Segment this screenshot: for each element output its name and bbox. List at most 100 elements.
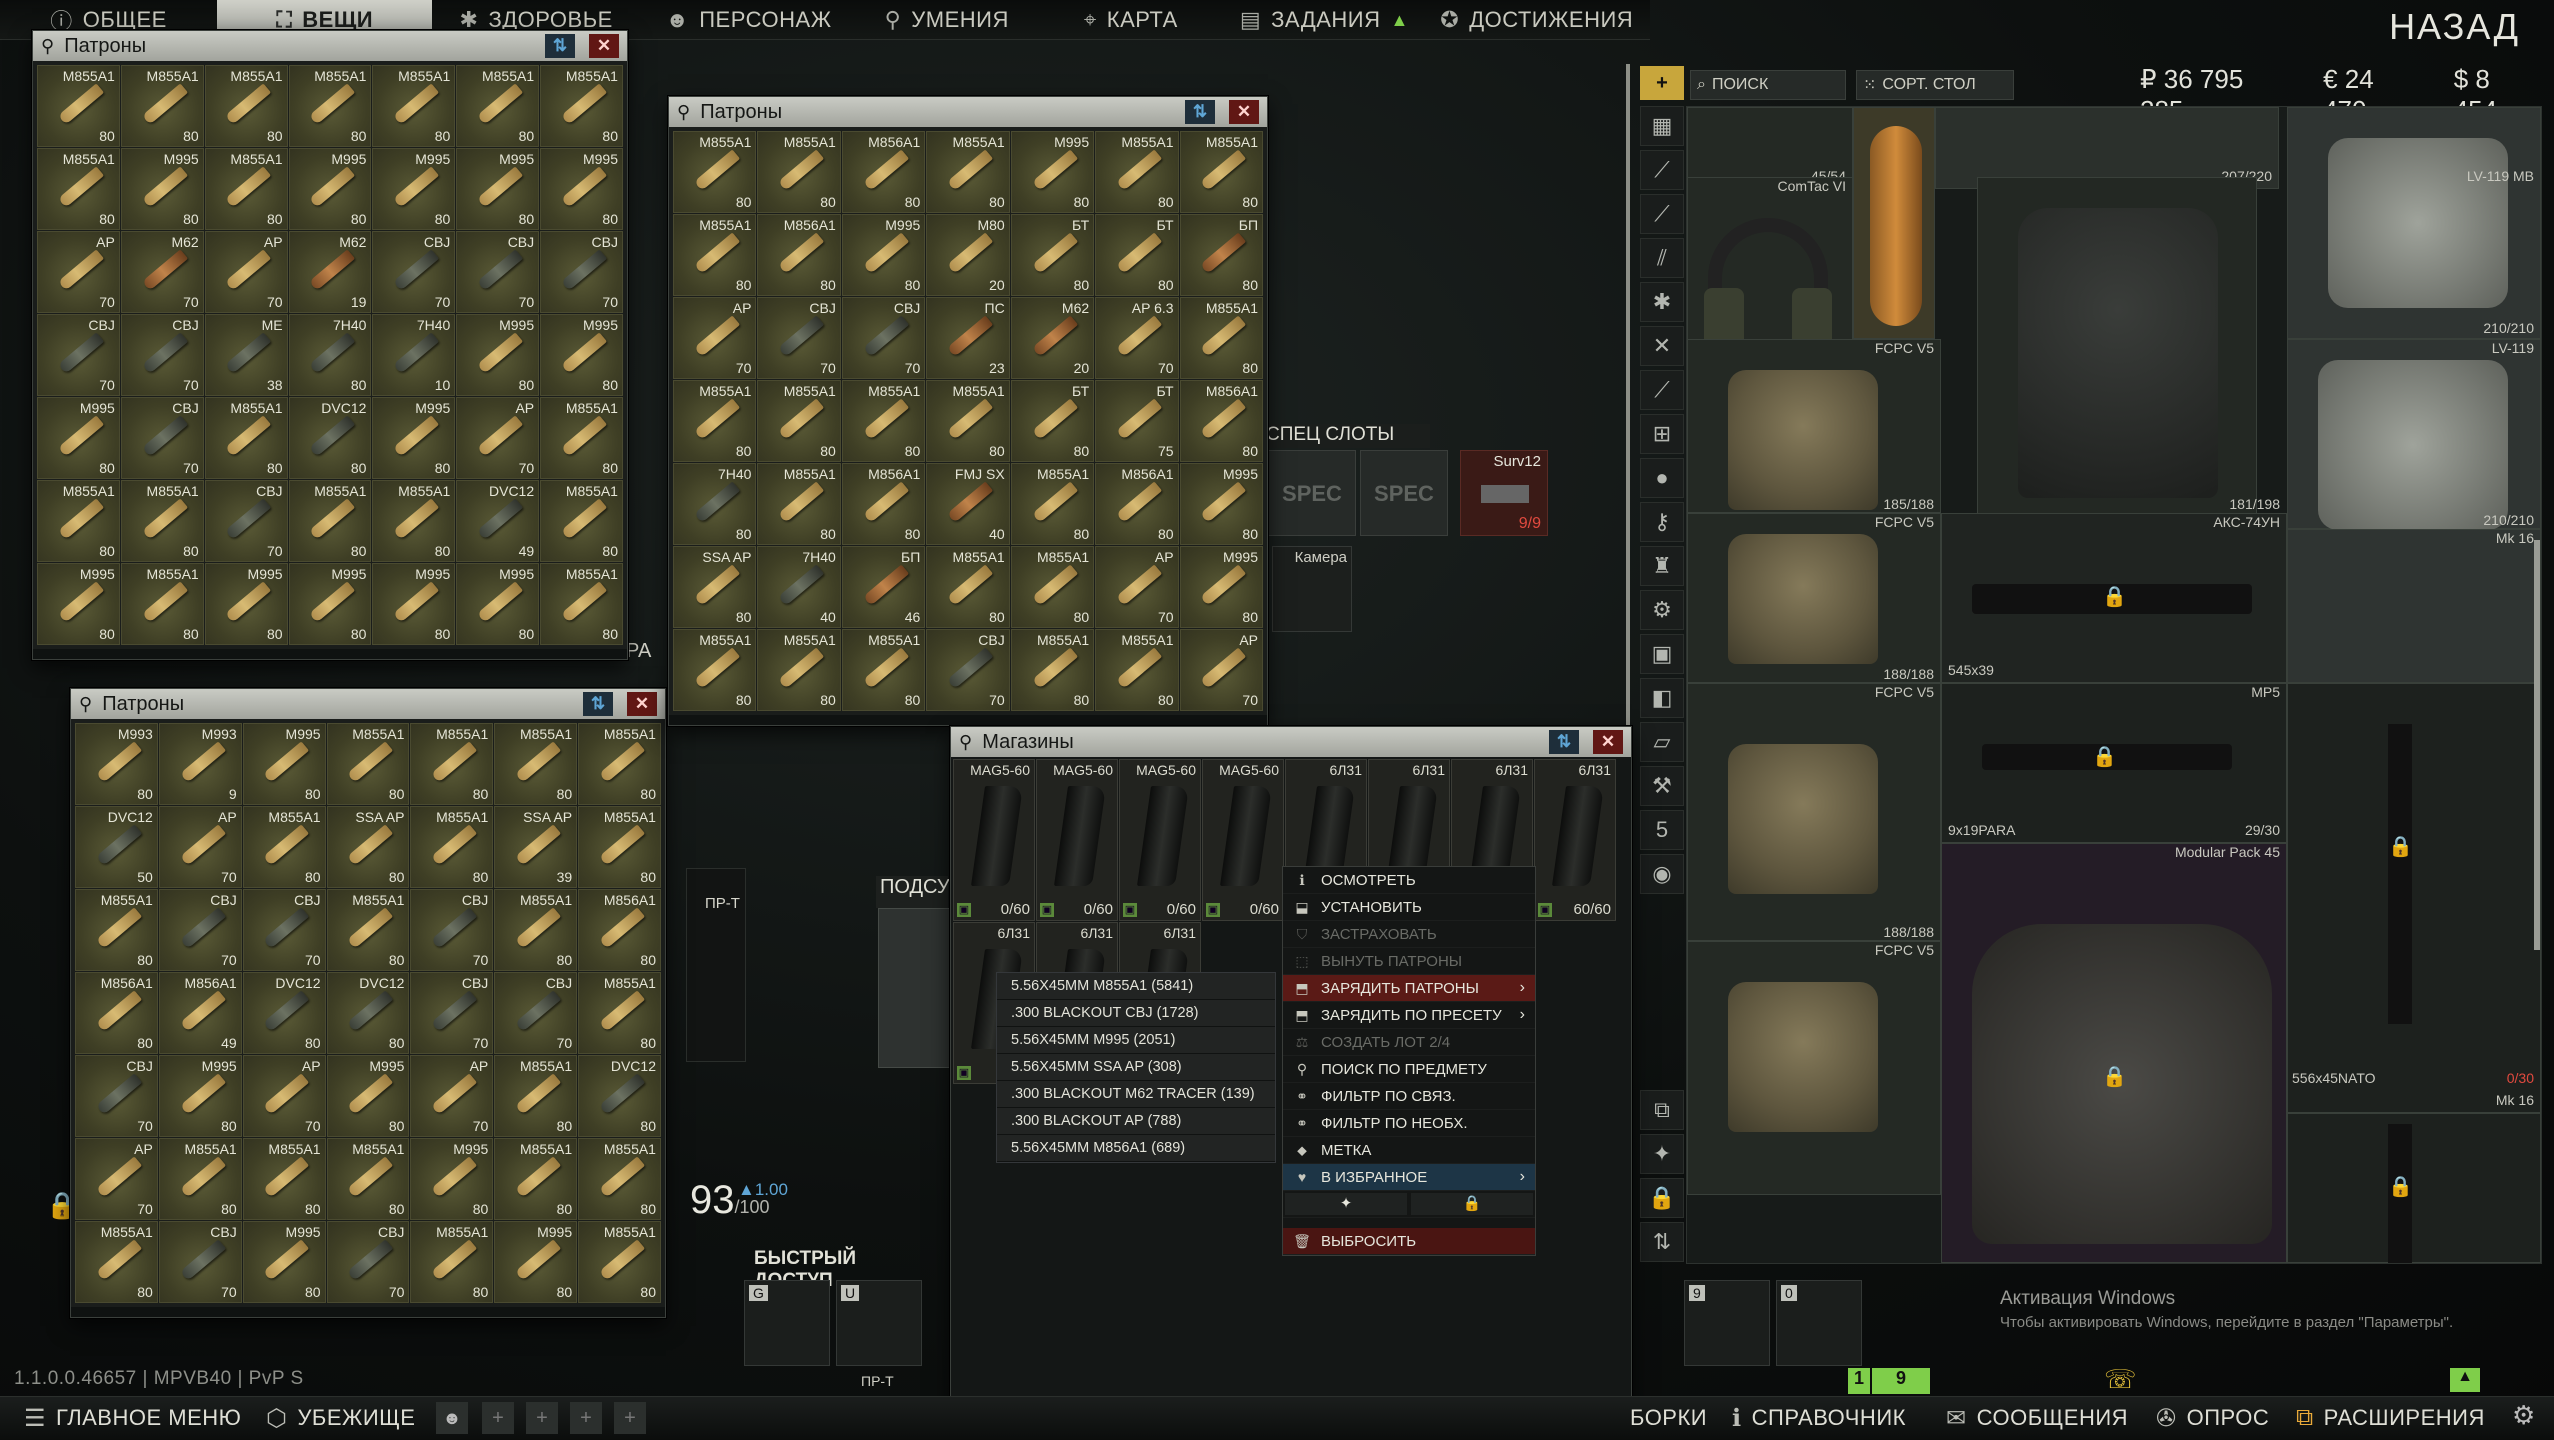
magazine-item[interactable]: MAG5-60 0/60 ▣: [953, 759, 1035, 921]
ammo-stack[interactable]: M855A1 80: [75, 1221, 158, 1303]
ammo-stack[interactable]: CBJ 70: [372, 231, 456, 313]
ammo-stack[interactable]: M995 80: [540, 148, 623, 230]
window-title-bar[interactable]: ⚲ Патроны ⇅ ✕: [71, 689, 665, 719]
ammo-stack[interactable]: AP 70: [242, 1055, 326, 1137]
ammo-stack[interactable]: CBJ 70: [410, 889, 494, 971]
filter-info-icon[interactable]: ◧: [1640, 678, 1684, 718]
phone-icon[interactable]: ☏: [2104, 1364, 2137, 1395]
ammo-stack[interactable]: M995 80: [120, 148, 204, 230]
ammo-stack[interactable]: AP 70: [410, 1055, 494, 1137]
ammo-stack[interactable]: M993 9: [158, 723, 242, 805]
stash-item-fcpc[interactable]: 185/188 FCPC V5: [1687, 496, 1941, 683]
ammo-stack[interactable]: M856A1 80: [757, 214, 841, 296]
ammo-stack[interactable]: БТ 80: [1095, 214, 1179, 296]
tab-map[interactable]: ⌖ КАРТА: [1036, 0, 1225, 40]
ammo-stack[interactable]: ME 38: [204, 314, 288, 396]
ammo-stack[interactable]: 7H40 80: [288, 314, 372, 396]
stash-item-fcpc[interactable]: 188/188 FCPC V5: [1687, 924, 1941, 1195]
ammo-stack[interactable]: M856A1 80: [841, 131, 926, 213]
ammo-stack[interactable]: M855A1 80: [757, 463, 841, 545]
ammo-stack[interactable]: M995 80: [1010, 131, 1095, 213]
ammo-stack[interactable]: M855A1 80: [494, 1138, 578, 1220]
ammo-stack[interactable]: M855A1 80: [841, 380, 926, 462]
ammo-stack[interactable]: M995 80: [456, 563, 540, 645]
ammo-stack[interactable]: БП 46: [841, 546, 926, 628]
ammo-stack[interactable]: M856A1 80: [75, 972, 158, 1054]
ammo-stack[interactable]: CBJ 70: [158, 889, 242, 971]
ammo-stack[interactable]: M995 80: [494, 1221, 578, 1303]
close-button[interactable]: ✕: [589, 34, 619, 58]
ammo-stack[interactable]: M855A1 80: [540, 65, 623, 147]
filter-grenade-icon[interactable]: ●: [1640, 458, 1684, 498]
ammo-stack[interactable]: БТ 75: [1095, 380, 1179, 462]
ammo-stack[interactable]: CBJ 70: [158, 1221, 242, 1303]
lock-toggle-icon[interactable]: 🔒: [1640, 1178, 1684, 1218]
multi-select-icon[interactable]: ⧉: [1640, 1090, 1684, 1130]
ammo-stack[interactable]: M995 80: [242, 1221, 326, 1303]
filter-maps-icon[interactable]: ▱: [1640, 722, 1684, 762]
ammo-stack[interactable]: M995 80: [158, 1055, 242, 1137]
ammo-stack[interactable]: M995 80: [410, 1138, 494, 1220]
stash-item[interactable]: 210/210 Mk 16: [2287, 512, 2541, 683]
ammo-stack[interactable]: M855A1 80: [242, 1138, 326, 1220]
ammo-stack[interactable]: M855A1 80: [204, 397, 288, 479]
tab-character[interactable]: ☻ ПЕРСОНАЖ: [640, 0, 857, 40]
spec-slot-1[interactable]: SPEC: [1268, 450, 1356, 536]
ammo-stack[interactable]: M995 80: [37, 563, 120, 645]
ammo-stack[interactable]: M855A1 80: [1010, 546, 1095, 628]
ammo-stack[interactable]: M855A1 80: [37, 65, 120, 147]
filter-grid-icon[interactable]: ⊞: [1640, 414, 1684, 454]
ammo-stack[interactable]: M855A1 80: [673, 380, 757, 462]
ammo-stack[interactable]: CBJ 70: [926, 629, 1010, 711]
survey-button[interactable]: ✇ ОПРОС: [2156, 1398, 2269, 1438]
ammo-stack[interactable]: M855A1 80: [372, 480, 456, 562]
ammo-stack[interactable]: DVC12 80: [578, 1055, 661, 1137]
ammo-stack[interactable]: M855A1 80: [410, 1221, 494, 1303]
ammo-stack[interactable]: AP 70: [204, 231, 288, 313]
ammo-stack[interactable]: M855A1 80: [1179, 131, 1263, 213]
ammo-type-option[interactable]: 5.56X45MM M856A1 (689): [997, 1135, 1275, 1162]
ammo-stack[interactable]: M995 80: [288, 148, 372, 230]
quick-slot-0[interactable]: 0: [1776, 1280, 1862, 1366]
ammo-stack[interactable]: M855A1 80: [372, 65, 456, 147]
ammo-stack[interactable]: CBJ 70: [841, 297, 926, 379]
ammo-stack[interactable]: SSA AP 39: [494, 806, 578, 888]
add-friend-button[interactable]: +: [526, 1402, 558, 1434]
stash-item-mp5[interactable]: MP5 🔒 9x19PARA 29/30: [1941, 683, 2287, 843]
ammo-stack[interactable]: M80 20: [926, 214, 1010, 296]
window-title-bar[interactable]: ⚲ Патроны ⇅ ✕: [669, 97, 1267, 127]
magazine-item[interactable]: MAG5-60 0/60 ▣: [1036, 759, 1118, 921]
ammo-stack[interactable]: M855A1 80: [494, 1055, 578, 1137]
sort-button[interactable]: ⇅: [583, 692, 613, 716]
filter-meds-icon[interactable]: ✱: [1640, 282, 1684, 322]
filter-mods-icon[interactable]: ⚒: [1640, 766, 1684, 806]
ammo-stack[interactable]: M855A1 80: [120, 65, 204, 147]
context-menu-item[interactable]: 🗑 ВЫБРОСИТЬ: [1283, 1228, 1535, 1255]
quick-slot-9[interactable]: 9: [1684, 1280, 1770, 1366]
ammo-stack[interactable]: M855A1 80: [578, 1138, 661, 1220]
ammo-stack[interactable]: M855A1 80: [37, 480, 120, 562]
ammo-stack[interactable]: M855A1 80: [158, 1138, 242, 1220]
extensions-button[interactable]: ⧉ РАСШИРЕНИЯ: [2296, 1398, 2485, 1438]
ammo-stack[interactable]: CBJ 70: [494, 972, 578, 1054]
ammo-stack[interactable]: AP 6.3 70: [1095, 297, 1179, 379]
ammo-stack[interactable]: M856A1 80: [578, 889, 661, 971]
ammo-stack[interactable]: M855A1 80: [757, 629, 841, 711]
ammo-stack[interactable]: SSA AP 80: [326, 806, 410, 888]
ammo-stack[interactable]: CBJ 70: [326, 1221, 410, 1303]
stash-item-lv119mb[interactable]: LV-119 MB: [2287, 107, 2541, 339]
ammo-stack[interactable]: DVC12 50: [75, 806, 158, 888]
lock-icon[interactable]: 🔒: [1411, 1193, 1533, 1215]
ammo-stack[interactable]: CBJ 70: [204, 480, 288, 562]
ammo-stack[interactable]: M855A1 80: [926, 380, 1010, 462]
tab-achievements[interactable]: ✪ ДОСТИЖЕНИЯ: [1423, 0, 1650, 40]
ammo-stack[interactable]: M855A1 80: [578, 806, 661, 888]
main-menu-button[interactable]: ☰ ГЛАВНОЕ МЕНЮ: [24, 1398, 241, 1438]
ammo-stack[interactable]: M855A1 80: [1095, 131, 1179, 213]
ammo-stack[interactable]: DVC12 80: [326, 972, 410, 1054]
tab-skills[interactable]: ⚲ УМЕНИЯ: [857, 0, 1036, 40]
sort-button[interactable]: ⇅: [1549, 730, 1579, 754]
ammo-container-3[interactable]: ⚲ Патроны ⇅ ✕ M993 80 M993 9 M995 80 M855A1 80 M…: [70, 688, 666, 1318]
ammo-container-1[interactable]: ⚲ Патроны ⇅ ✕ M855A1 80 M855A1 80 M855A1 80 M8…: [32, 30, 628, 660]
sort-button[interactable]: ⇅: [545, 34, 575, 58]
